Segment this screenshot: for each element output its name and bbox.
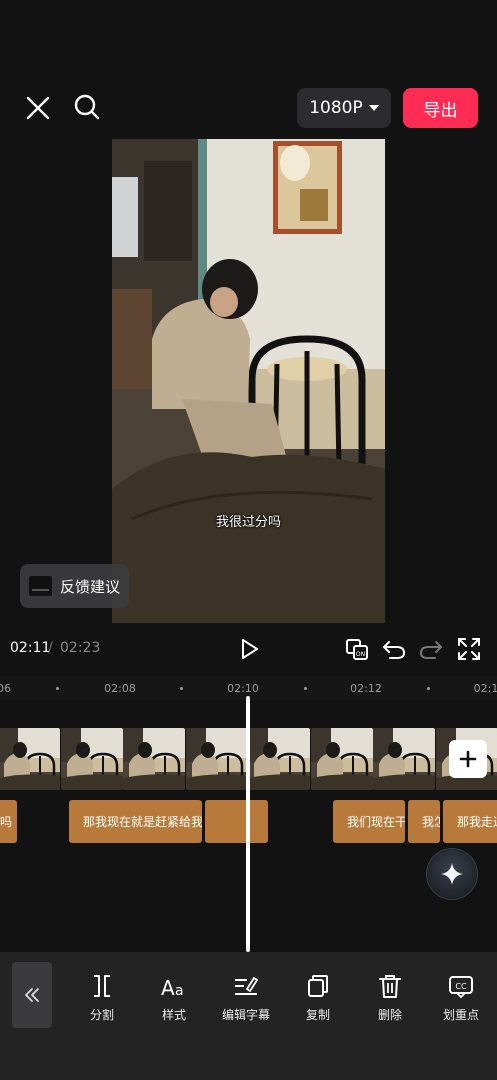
ruler-dot <box>56 687 59 690</box>
video-thumbnail <box>310 728 373 790</box>
text-style-icon: A a <box>161 976 184 1000</box>
subtitle-clip-text: 那我现在就是赶紧给我 <box>83 815 202 829</box>
add-clip-button[interactable] <box>449 740 487 778</box>
video-thumbnail <box>248 728 310 790</box>
video-thumbnail <box>0 728 60 790</box>
subtitle-clip-text: 吗 <box>0 815 13 829</box>
plus-icon <box>459 750 477 768</box>
subtitle-clip-text: 我怎 <box>422 815 440 829</box>
close-button[interactable] <box>22 92 54 124</box>
search-icon <box>74 94 100 120</box>
delete-tool-button[interactable]: 删除 <box>358 970 422 1030</box>
total-time: 02:23 <box>60 640 101 656</box>
copy-label: 复制 <box>305 1008 330 1022</box>
video-thumbnail <box>60 728 123 790</box>
subtitle-clip-text: 那我走过 <box>457 815 497 829</box>
ruler-label: 02:1 <box>473 682 497 695</box>
svg-text:a: a <box>175 983 184 999</box>
highlight-label: 划重点 <box>442 1008 479 1022</box>
ruler-dot <box>427 687 430 690</box>
video-preview[interactable]: 我很过分吗 <box>112 139 385 623</box>
svg-text:CC: CC <box>455 982 467 991</box>
feedback-button[interactable]: 反馈建议 <box>20 564 129 608</box>
style-label: 样式 <box>161 1008 186 1022</box>
subtitle-clip-text: 我们现在干 <box>347 815 405 829</box>
sparkle-icon <box>441 863 463 885</box>
playhead[interactable] <box>246 696 250 952</box>
ruler-dot <box>304 687 307 690</box>
redo-button[interactable] <box>418 636 444 662</box>
video-frame-image <box>112 139 385 623</box>
ruler-dot <box>180 687 183 690</box>
time-separator: / <box>48 640 53 656</box>
video-subtitle: 我很过分吗 <box>215 515 281 530</box>
export-button[interactable]: 导出 <box>403 88 478 128</box>
trash-icon <box>379 975 401 998</box>
style-tool-button[interactable]: A a 样式 <box>142 970 206 1030</box>
play-button[interactable] <box>236 636 262 662</box>
keyframe-on-icon: ON <box>346 639 368 660</box>
ruler-label: 02:08 <box>104 682 136 695</box>
top-bar: 1080P 导出 <box>0 0 497 140</box>
svg-text:ON: ON <box>356 651 365 658</box>
undo-button[interactable] <box>381 636 407 662</box>
caret-down-icon <box>368 105 379 111</box>
split-label: 分割 <box>89 1008 114 1022</box>
video-thumbnail <box>123 728 185 790</box>
subtitle-clip[interactable]: 我怎 <box>408 800 440 843</box>
close-icon <box>26 96 50 120</box>
closed-caption-icon: CC <box>449 976 473 999</box>
fullscreen-icon <box>458 638 480 660</box>
keyframe-toggle-button[interactable]: ON <box>345 636 371 662</box>
edit-subtitle-tool-button[interactable]: 编辑字幕 <box>214 970 278 1030</box>
double-chevron-left-icon <box>25 988 39 1002</box>
subtitle-clip[interactable]: 吗 <box>0 800 17 843</box>
fullscreen-button[interactable] <box>456 636 482 662</box>
edit-text-icon <box>235 977 258 995</box>
undo-icon <box>383 641 406 659</box>
resolution-dropdown[interactable]: 1080P <box>297 88 391 128</box>
delete-label: 删除 <box>377 1008 402 1022</box>
subtitle-clip[interactable]: 那我现在就是赶紧给我 <box>69 800 202 843</box>
copy-tool-button[interactable]: 复制 <box>286 970 350 1030</box>
current-time: 02:11 <box>10 640 51 656</box>
feedback-thumbnail-icon <box>29 576 52 596</box>
bottom-toolbar: 分割 A a 样式 编辑字幕 复制 删除 CC 划重点 <box>0 952 497 1080</box>
redo-icon <box>419 641 442 659</box>
copy-icon <box>308 975 328 997</box>
edit-subtitle-label: 编辑字幕 <box>221 1008 270 1022</box>
ruler-label: 02:12 <box>350 682 382 695</box>
subtitle-clip-selected[interactable] <box>205 800 268 843</box>
subtitle-clip[interactable]: 那我走过 <box>443 800 497 843</box>
split-icon <box>94 975 110 997</box>
video-thumbnail <box>185 728 248 790</box>
ai-assistant-button[interactable] <box>427 849 477 899</box>
playback-controls: 02:11 / 02:23 ON <box>0 632 497 668</box>
collapse-toolbar-button[interactable] <box>12 962 52 1028</box>
resolution-label: 1080P <box>309 98 363 118</box>
subtitle-clip[interactable]: 我们现在干 <box>333 800 405 843</box>
highlight-tool-button[interactable]: CC 划重点 <box>429 970 493 1030</box>
ruler-label: 06 <box>0 682 11 695</box>
play-icon <box>242 639 258 659</box>
search-button[interactable] <box>72 92 102 124</box>
video-thumbnail <box>373 728 435 790</box>
split-tool-button[interactable]: 分割 <box>70 970 134 1030</box>
ruler-label: 02:10 <box>227 682 259 695</box>
feedback-label: 反馈建议 <box>60 577 121 596</box>
svg-text:A: A <box>161 976 175 1000</box>
